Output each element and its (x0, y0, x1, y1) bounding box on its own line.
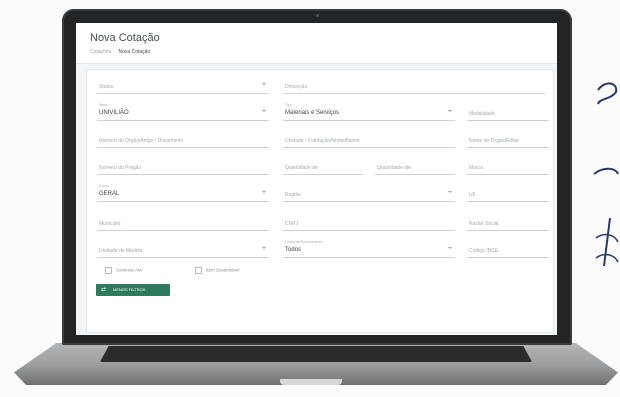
marca-field[interactable]: Marca (467, 157, 549, 175)
breadcrumb: Cotações Nova Cotação (90, 49, 150, 55)
descricao-field[interactable]: Descrição (283, 76, 545, 94)
chevron-down-icon (448, 110, 452, 112)
laptop-opening-notch (280, 379, 342, 385)
regiao-select[interactable]: Região (283, 184, 455, 202)
numero-orgao-field[interactable]: Número do Órgão/Artigo / Documento (97, 130, 269, 148)
codigo-ibge-field[interactable]: Código IBGE (467, 240, 549, 258)
municipio-field[interactable]: Município (97, 213, 269, 231)
sketch-decoration (593, 82, 619, 267)
checkbox-box[interactable] (105, 267, 112, 274)
webcam-icon (316, 14, 319, 17)
item-sustentavel-checkbox[interactable]: Item Sustentável (195, 267, 240, 274)
numero-pregao-field[interactable]: Número do Pregão (97, 157, 269, 175)
page-title: Nova Cotação (90, 32, 160, 44)
breadcrumb-item-current: Nova Cotação (118, 49, 151, 55)
chevron-down-icon (262, 110, 266, 112)
laptop-screen: Nova Cotação Cotações Nova Cotação Statu… (76, 23, 557, 335)
razao-social-field[interactable]: Razão Social (467, 213, 549, 231)
setor-select[interactable]: Setor UNIVILIÃO (97, 103, 269, 121)
swap-arrows-icon: ⇄ (101, 287, 107, 293)
forma-fornecimento-select[interactable]: Forma de Fornecimento Todos (283, 240, 455, 258)
nome-orgao-field[interactable]: Nome do Órgão/Edital (467, 130, 549, 148)
quantidade-de-field[interactable]: Quantidade de (283, 157, 363, 175)
chevron-down-icon (262, 191, 266, 193)
filter-form: Status Descrição Setor UNIVILIÃO Tipo Ma… (86, 69, 554, 333)
status-select[interactable]: Status (97, 76, 269, 94)
unidade-medida-select[interactable]: Unidade de Medida (97, 240, 269, 258)
modalidade-select[interactable]: Modalidade (467, 103, 549, 121)
checkbox-box[interactable] (195, 267, 202, 274)
grupo-select[interactable]: Grupo GERAL (97, 184, 269, 202)
unidade-orgao-field[interactable]: Unidade / Fundação/Nome/Nome (283, 130, 455, 148)
tipo-select[interactable]: Tipo Materiais e Serviços (283, 103, 455, 121)
app-header: Nova Cotação Cotações Nova Cotação (76, 23, 557, 64)
chevron-down-icon (448, 247, 452, 249)
chevron-down-icon (262, 83, 266, 85)
breadcrumb-item-cotacoes[interactable]: Cotações (90, 49, 111, 55)
cnpj-field[interactable]: CNPJ (283, 213, 455, 231)
chevron-down-icon (262, 247, 266, 249)
quantidade-ate-field[interactable]: Quantidade até (375, 157, 455, 175)
chevron-down-icon (448, 191, 452, 193)
laptop-photo: Nova Cotação Cotações Nova Cotação Statu… (0, 0, 620, 397)
somente-ativ-checkbox[interactable]: Somente Ativ (105, 267, 143, 274)
laptop-keyboard (100, 346, 532, 362)
uf-select[interactable]: UF (467, 184, 549, 202)
menos-filtros-button[interactable]: ⇄ MENOS FILTROS (96, 284, 170, 296)
